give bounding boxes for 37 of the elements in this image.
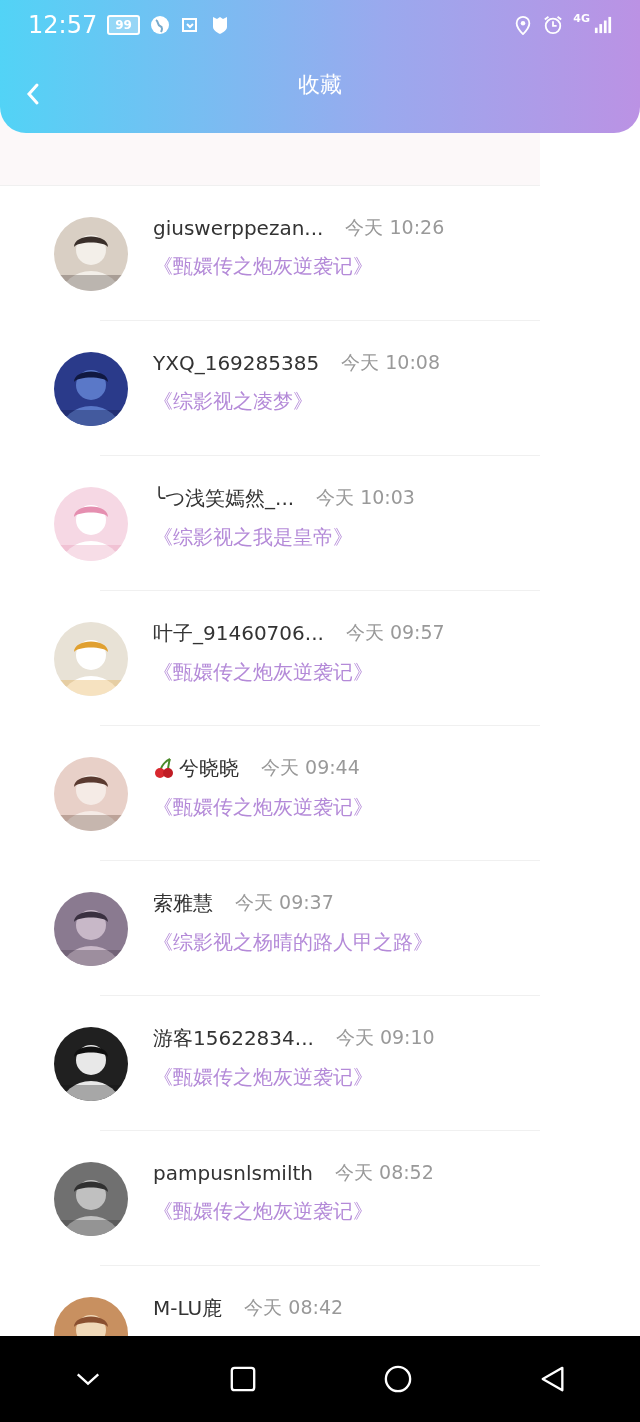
battery-indicator: 99: [107, 15, 140, 35]
user-name: giuswerppezan...: [153, 215, 324, 240]
page-title: 收藏: [298, 70, 342, 99]
favorite-item[interactable]: 游客15622834... 今天 09:10 《甄嬛传之炮灰逆袭记》: [0, 996, 640, 1131]
chevron-left-icon: [26, 82, 40, 106]
user-name: 叶子_91460706...: [153, 619, 324, 647]
favorite-item[interactable]: 索雅慧 今天 09:37 《综影视之杨晴的路人甲之路》: [0, 861, 640, 996]
timestamp: 今天 08:52: [335, 1159, 434, 1185]
favorite-item[interactable]: ╰つ浅笑嫣然_... 今天 10:03 《综影视之我是皇帝》: [0, 456, 640, 591]
favorite-item[interactable]: 兮晓晓 今天 09:44 《甄嬛传之炮灰逆袭记》: [0, 726, 640, 861]
home-icon[interactable]: [383, 1365, 412, 1393]
user-name: pampusnlsmilth: [153, 1160, 313, 1185]
user-name: 兮晓晓: [179, 754, 239, 782]
timestamp: 今天 09:57: [345, 620, 445, 645]
user-name: 索雅慧: [153, 889, 213, 917]
user-name: M-LU鹿: [153, 1294, 223, 1322]
favorite-item[interactable]: giuswerppezan... 今天 10:26 《甄嬛传之炮灰逆袭记》: [0, 186, 640, 321]
signal-icon: [594, 15, 612, 35]
timestamp: 今天 08:42: [244, 1295, 344, 1320]
timestamp: 今天 10:08: [341, 349, 440, 375]
timestamp: 今天 10:03: [316, 485, 415, 510]
timestamp: 今天 09:37: [235, 890, 334, 915]
globe-icon: [149, 15, 170, 35]
network-label: 4G: [573, 12, 590, 25]
favorite-item[interactable]: 叶子_91460706... 今天 09:57 《甄嬛传之炮灰逆袭记》: [0, 591, 640, 726]
status-time: 12:57: [28, 11, 98, 39]
favorite-item[interactable]: YXQ_169285385 今天 10:08 《综影视之凌梦》: [0, 321, 640, 456]
timestamp: 今天 09:44: [261, 755, 360, 780]
recent-apps-icon[interactable]: [228, 1365, 257, 1393]
alarm-icon: [543, 15, 564, 35]
timestamp: 今天 10:26: [345, 214, 445, 240]
photo-icon: [179, 15, 200, 35]
favorite-item[interactable]: pampusnlsmilth 今天 08:52 《甄嬛传之炮灰逆袭记》: [0, 1131, 640, 1266]
user-name: ╰つ浅笑嫣然_...: [153, 484, 295, 512]
timestamp: 今天 09:10: [335, 1025, 435, 1050]
user-name: 游客15622834...: [153, 1024, 314, 1052]
user-name: YXQ_169285385: [153, 350, 320, 375]
